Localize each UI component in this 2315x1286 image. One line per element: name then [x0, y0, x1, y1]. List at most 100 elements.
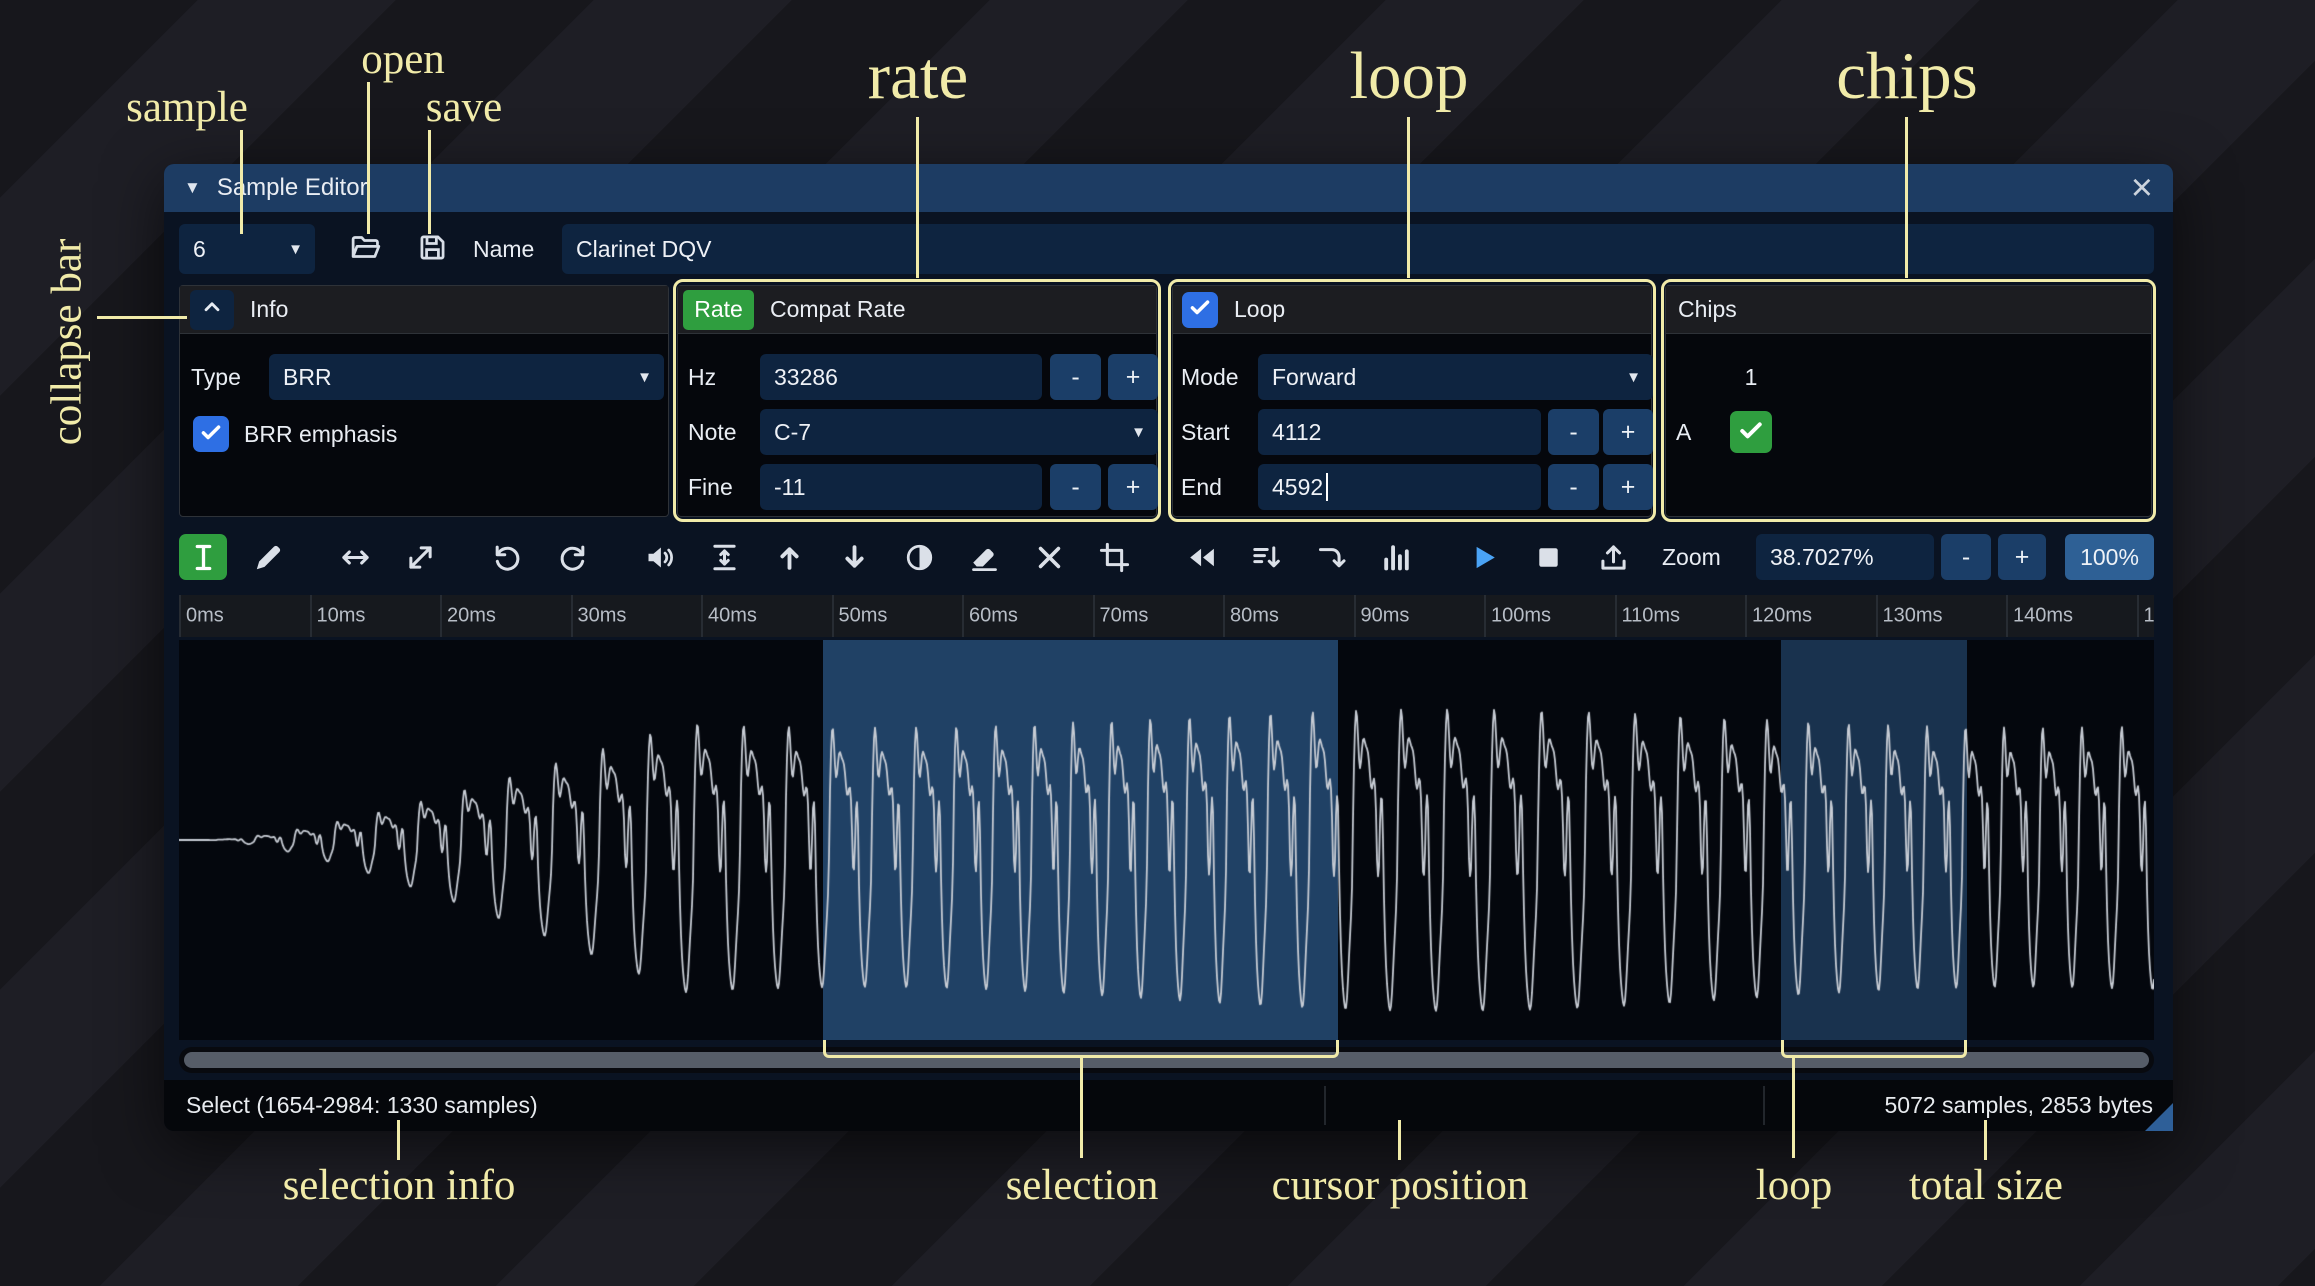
arrow-down-icon: [838, 541, 871, 574]
stop-preview-button[interactable]: [1524, 534, 1572, 580]
ruler-label: 70ms: [1099, 604, 1149, 627]
fine-input[interactable]: -11: [760, 464, 1042, 510]
scrollbar-thumb[interactable]: [184, 1052, 2149, 1068]
fine-label: Fine: [688, 473, 733, 500]
note-select[interactable]: C-7 ▼: [760, 409, 1158, 455]
rate-tab[interactable]: Rate: [683, 289, 754, 330]
resize-grip[interactable]: [2145, 1103, 2173, 1131]
ruler-label: 120ms: [1752, 604, 1813, 627]
loop-end-label: End: [1181, 473, 1222, 500]
ruler-tick: [570, 595, 573, 637]
brr-emphasis-checkbox[interactable]: [193, 416, 229, 452]
chevron-down-icon: ▼: [1626, 368, 1641, 386]
ruler-label: 140ms: [2013, 604, 2074, 627]
close-icon[interactable]: ×: [2131, 169, 2153, 207]
loop-start-decrease-button[interactable]: -: [1548, 409, 1599, 455]
fine-increase-button[interactable]: +: [1108, 464, 1158, 510]
compat-rate-title: Compat Rate: [770, 296, 906, 322]
hz-input[interactable]: 33286: [760, 354, 1042, 400]
floppy-icon: [416, 231, 449, 267]
window-collapse-icon[interactable]: ▼: [184, 178, 201, 198]
chips-section: Chips 1 A: [1665, 285, 2152, 517]
reverse-button[interactable]: [1177, 534, 1225, 580]
selection-info-text: Select (1654-2984: 1330 samples): [186, 1092, 538, 1118]
pencil-icon: [252, 541, 285, 574]
titlebar[interactable]: ▼ Sample Editor ×: [164, 164, 2173, 212]
type-select[interactable]: BRR ▼: [269, 354, 664, 400]
fade-out-button[interactable]: [830, 534, 878, 580]
create-wavetable-button[interactable]: [1589, 534, 1637, 580]
hz-decrease-button[interactable]: -: [1050, 354, 1101, 400]
zoom-decrease-button[interactable]: -: [1941, 534, 1991, 580]
ruler-label: 40ms: [708, 604, 757, 627]
undo-button[interactable]: [483, 534, 531, 580]
resize-button[interactable]: [331, 534, 379, 580]
hz-increase-button[interactable]: +: [1108, 354, 1158, 400]
normalize-button[interactable]: [700, 534, 748, 580]
ruler-label: 130ms: [1882, 604, 1943, 627]
zoom-input[interactable]: 38.7027%: [1756, 534, 1934, 580]
loop-end-value: 4592: [1272, 473, 1324, 500]
loop-end-input[interactable]: 4592: [1258, 464, 1541, 510]
ruler-label: 30ms: [577, 604, 627, 627]
insert-silence-button[interactable]: [1242, 534, 1290, 580]
info-section: Info Type BRR ▼ BRR emphasis: [179, 285, 669, 517]
loop-end-increase-button[interactable]: +: [1603, 464, 1653, 510]
zoom-increase-button[interactable]: +: [1998, 534, 2046, 580]
fit-vertical-icon: [708, 541, 741, 574]
hz-label: Hz: [688, 363, 717, 390]
loop-start-increase-button[interactable]: +: [1603, 409, 1653, 455]
bars-icon: [1380, 541, 1413, 574]
loop-checkbox[interactable]: [1182, 291, 1218, 328]
zoom-reset-button[interactable]: 100%: [2065, 534, 2154, 580]
ibeam-icon: [187, 541, 220, 574]
redo-button[interactable]: [548, 534, 596, 580]
fade-in-button[interactable]: [765, 534, 813, 580]
apply-silence-button[interactable]: [960, 534, 1008, 580]
hz-value: 33286: [774, 363, 838, 390]
preview-button[interactable]: [1459, 534, 1507, 580]
horizontal-scrollbar[interactable]: [179, 1047, 2154, 1073]
timeline-ruler[interactable]: 0ms 10ms 20ms 30ms 40ms 50ms 60ms 70ms 80ms 90ms 1…: [179, 595, 2154, 637]
sample-select[interactable]: 6 ▼: [179, 224, 315, 274]
desktop-background: ▼ Sample Editor × 6 ▼ Name Clarinet DQV: [0, 0, 2315, 1286]
delete-button[interactable]: [1025, 534, 1073, 580]
ruler-tick: [309, 595, 312, 637]
select-button[interactable]: [179, 534, 227, 580]
sign-bit-button[interactable]: [1307, 534, 1355, 580]
open-button[interactable]: [339, 224, 391, 274]
trim-button[interactable]: [1090, 534, 1138, 580]
waveform-canvas[interactable]: [179, 640, 2154, 1040]
ruler-label: 10ms: [316, 604, 366, 627]
zoom-value: 38.7027%: [1770, 543, 1874, 570]
undo-icon: [491, 541, 524, 574]
zoom-label: Zoom: [1662, 543, 1721, 570]
speaker-icon: [643, 541, 676, 574]
amplify-button[interactable]: [635, 534, 683, 580]
crop-icon: [1098, 541, 1131, 574]
status-divider: [1763, 1086, 1765, 1125]
sample-select-value: 6: [193, 235, 206, 262]
loop-mode-select[interactable]: Forward ▼: [1258, 354, 1653, 400]
collapse-bar-button[interactable]: [190, 289, 234, 330]
loop-start-input[interactable]: 4112: [1258, 409, 1541, 455]
invert-button[interactable]: [895, 534, 943, 580]
chip-enable-checkbox[interactable]: [1730, 411, 1772, 453]
waveform-display: [179, 640, 2154, 1040]
folder-open-icon: [349, 231, 382, 267]
text-caret: [1326, 473, 1329, 501]
draw-button[interactable]: [244, 534, 292, 580]
mode-label: Mode: [1181, 363, 1239, 390]
loop-end-decrease-button[interactable]: -: [1548, 464, 1599, 510]
filter-button[interactable]: [1372, 534, 1420, 580]
ruler-tick: [831, 595, 834, 637]
sort-down-icon: [1250, 541, 1283, 574]
chips-section-title: Chips: [1678, 296, 1737, 322]
ruler-label: 90ms: [1360, 604, 1410, 627]
name-input[interactable]: Clarinet DQV: [562, 224, 2154, 274]
fine-decrease-button[interactable]: -: [1050, 464, 1101, 510]
rate-section: Rate Compat Rate Hz 33286 - + Note C-7 ▼…: [677, 285, 1158, 517]
save-button[interactable]: [407, 224, 457, 274]
annotation-rate-label: rate: [867, 39, 969, 113]
resample-button[interactable]: [396, 534, 444, 580]
